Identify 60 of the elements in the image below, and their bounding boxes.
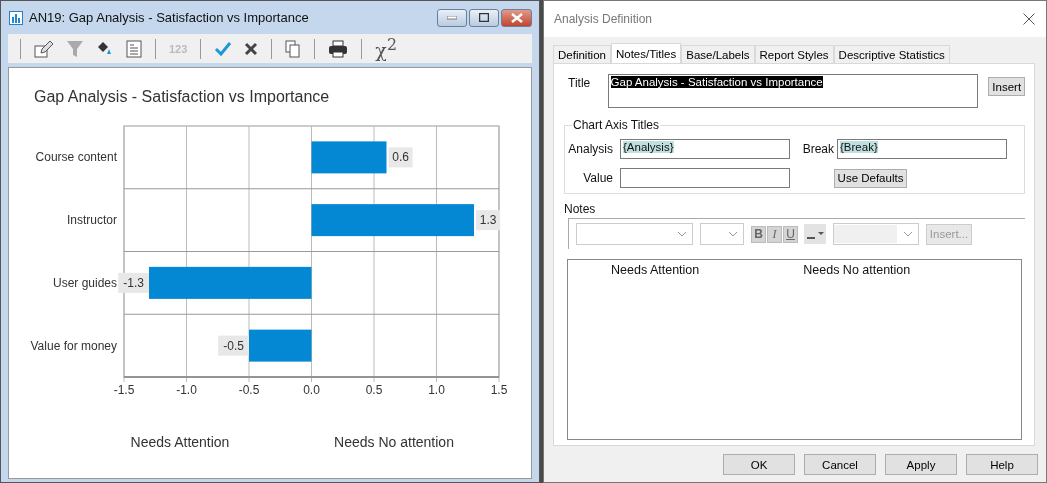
document-icon [126,39,142,58]
axis-caption: Needs Attention [130,434,230,450]
edit-icon [34,39,54,58]
group-title: Chart Axis Titles [572,118,661,132]
close-button[interactable] [501,8,532,27]
chevron-icon [728,231,738,237]
bar [249,329,312,362]
dialog-button[interactable]: Apply [885,454,957,475]
chart-icon [9,10,23,25]
copy-icon [285,39,302,58]
minimize-icon [447,15,457,20]
cross-icon [244,41,259,56]
value-label: -0.5 [218,335,249,356]
value-label: 1.3 [476,210,501,231]
tick-label: 0.5 [365,383,383,397]
notes-text: Needs Attention [611,263,700,279]
category-label: Value for money [30,338,117,353]
chevron-icon [903,231,913,237]
chi-square-button[interactable]: χ$^{2}$ [372,36,400,61]
use-defaults-button[interactable]: Use Defaults [834,168,907,188]
value-label: 0.6 [388,147,413,168]
chart-title: Gap Analysis - Satisfaction vs Importance [34,88,330,105]
checkmark-icon [214,40,233,57]
close-icon[interactable] [1023,13,1035,25]
minimize-button[interactable] [437,8,467,27]
chevron-icon [677,231,687,237]
category-label: Instructor [67,213,117,228]
category-label: User guides [52,275,117,290]
tick-label: 1.5 [490,383,508,397]
value-field[interactable] [620,168,790,188]
notes-text: Needs No attention [803,263,911,279]
value-label: -1.3 [118,272,149,293]
maximize-icon [479,13,489,22]
tick-label: -1.5 [113,383,135,397]
notes-label: Notes [564,202,597,216]
filter-icon [66,39,84,58]
tick-label: 1.0 [428,383,445,397]
tick-label: -0.5 [238,383,260,397]
axis-caption: Needs No attention [334,434,454,450]
field-label: Value [582,171,614,185]
tick-label: -1.0 [176,383,197,397]
break-field[interactable]: {Break} [837,139,1007,159]
close-icon [510,12,523,23]
tick-label: 0.0 [303,383,320,397]
category-label: Course content [35,150,117,165]
dialog-button[interactable]: OK [723,454,795,475]
field-label: Analysis [567,142,614,156]
window-title: AN19: Gap Analysis - Satisfaction vs Importance [29,10,309,25]
dialog-button[interactable]: Help [966,454,1038,475]
title-field[interactable]: Gap Analysis - Satisfaction vs Importance [607,74,979,108]
field-label: Break [801,142,835,156]
notes-field[interactable]: Needs Attention Needs No attention [567,259,1022,440]
printer-icon [328,39,349,58]
analysis-field[interactable]: {Analysis} [620,139,790,159]
maximize-button[interactable] [469,8,499,27]
dialog-title: Analysis Definition [554,12,653,26]
field-label: Title [567,75,592,90]
insert-button[interactable]: Insert [988,77,1025,96]
line-style-icon[interactable] [804,224,826,244]
dialog-button[interactable]: Cancel [804,454,876,475]
